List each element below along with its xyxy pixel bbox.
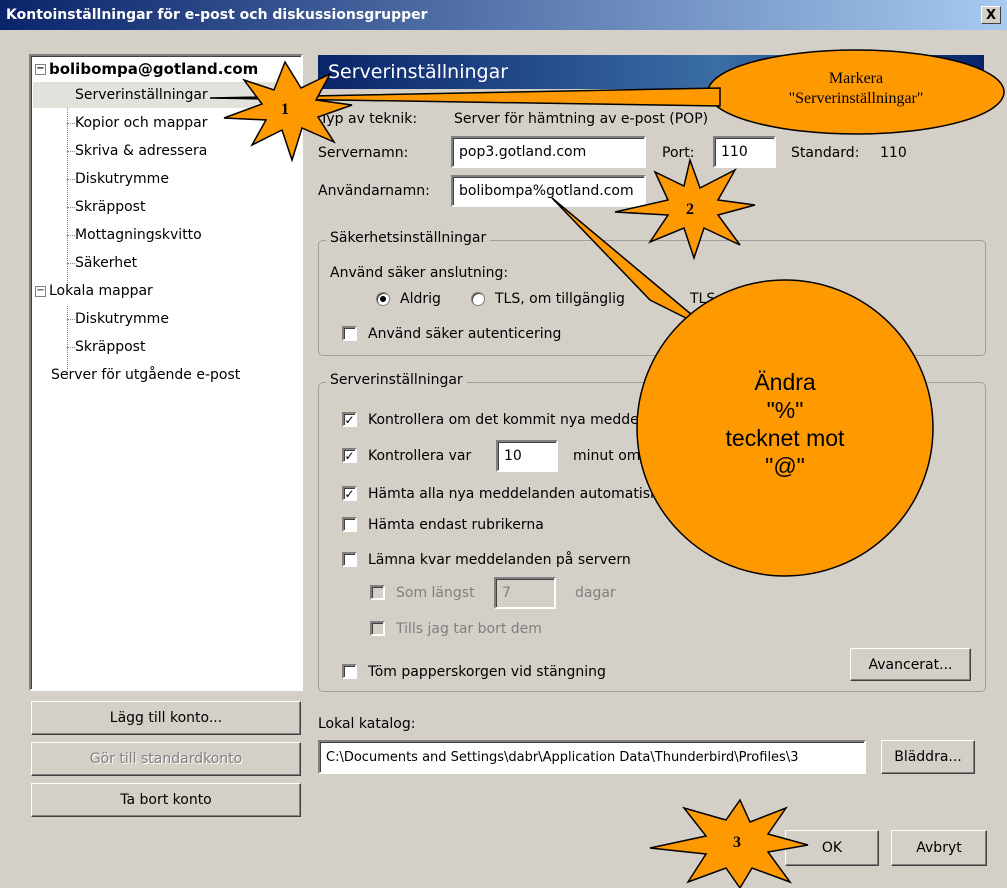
callout-andra-text: Ändra "%" tecknet mot "@" (725, 369, 845, 479)
star-1-label: 1 (281, 101, 289, 118)
star-3 (649, 798, 809, 888)
callout-markera-text: Markera "Serverinställningar" (788, 70, 924, 107)
star-3-label: 3 (733, 834, 741, 851)
star-2 (614, 157, 756, 261)
star-2-label: 2 (686, 201, 694, 218)
